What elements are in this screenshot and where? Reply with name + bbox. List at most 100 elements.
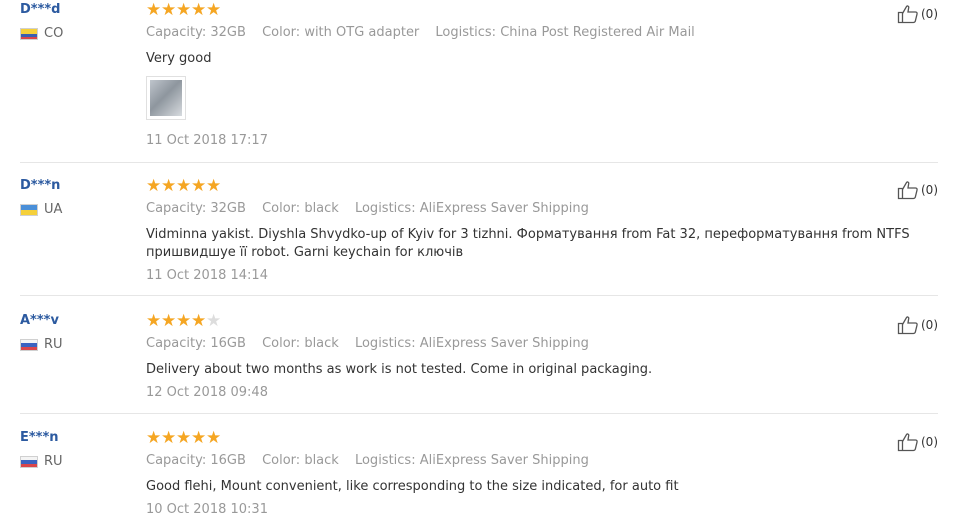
logistics-value: China Post Registered Air Mail [500,25,695,40]
capacity-value: 16GB [210,453,246,468]
logistics-value: AliExpress Saver Shipping [419,201,589,216]
like-count: (0) [921,318,938,332]
color-label: Color: [262,336,301,351]
review-date: 10 Oct 2018 10:31 [146,502,268,517]
review-photo-thumbnail[interactable] [146,76,186,120]
star-icon: ★ [161,428,177,448]
review-date: 12 Oct 2018 09:48 [146,385,268,400]
reviewer-info: E***n RU [20,430,140,469]
review-text: Delivery about two months as work is not… [146,362,653,377]
star-rating: ★ ★ ★ ★ ★ [146,0,936,20]
star-icon: ★ [191,0,207,20]
reviewer-country: RU [20,455,140,469]
flag-ru-icon [20,339,38,351]
review-content: ★ ★ ★ ★ ★ Capacity: 16GB Color: black Logist… [146,313,936,401]
reviewer-name[interactable]: A***v [20,313,140,329]
review-text: Good flehi, Mount convenient, like corre… [146,479,679,494]
order-attributes: Capacity: 32GB Color: with OTG adapter L… [146,25,936,41]
review-content: ★ ★ ★ ★ ★ Capacity: 32GB Color: with OTG ada… [146,2,936,149]
star-icon: ★ [191,428,207,448]
country-code: CO [44,26,64,41]
star-icon: ★ [161,311,177,331]
review-text: Very good [146,51,212,66]
country-code: RU [44,337,63,352]
capacity-value: 16GB [210,336,246,351]
star-icon: ★ [146,176,162,196]
star-icon: ★ [161,0,177,20]
star-icon: ★ [206,311,222,331]
capacity-label: Capacity: [146,25,207,40]
logistics-label: Logistics: [435,25,497,40]
like-count: (0) [921,7,938,21]
reviewer-name[interactable]: E***n [20,430,140,446]
reviewer-info: A***v RU [20,313,140,352]
thumbs-up-icon [897,316,918,335]
capacity-label: Capacity: [146,336,207,351]
capacity-label: Capacity: [146,201,207,216]
logistics-value: AliExpress Saver Shipping [419,336,589,351]
star-icon: ★ [176,0,192,20]
like-count: (0) [921,435,938,449]
order-attributes: Capacity: 32GB Color: black Logistics: A… [146,201,936,217]
review-item: E***n RU ★ ★ ★ ★ ★ Capacity: 16GB Color: bla… [20,430,938,525]
flag-ua-icon [20,204,38,216]
review-content: ★ ★ ★ ★ ★ Capacity: 16GB Color: black Logist… [146,430,936,518]
country-code: UA [44,202,63,217]
review-date: 11 Oct 2018 17:17 [146,133,268,148]
capacity-value: 32GB [210,25,246,40]
star-rating: ★ ★ ★ ★ ★ [146,311,936,331]
star-icon: ★ [206,0,222,20]
star-icon: ★ [146,311,162,331]
reviewer-info: D***n UA [20,178,140,217]
logistics-label: Logistics: [354,453,416,468]
star-rating: ★ ★ ★ ★ ★ [146,176,936,196]
thumbs-up-icon [897,181,918,200]
review-item: A***v RU ★ ★ ★ ★ ★ Capacity: 16GB Color: bla… [20,313,938,414]
star-rating: ★ ★ ★ ★ ★ [146,428,936,448]
reviews-list: D***d CO ★ ★ ★ ★ ★ Capacity: 32GB Color: wit… [0,0,958,525]
color-value: black [304,453,339,468]
like-count: (0) [921,183,938,197]
logistics-value: AliExpress Saver Shipping [419,453,589,468]
order-attributes: Capacity: 16GB Color: black Logistics: A… [146,453,936,469]
star-icon: ★ [191,311,207,331]
review-item: D***d CO ★ ★ ★ ★ ★ Capacity: 32GB Color: wit… [20,2,938,163]
color-value: black [304,336,339,351]
reviewer-name[interactable]: D***d [20,2,140,18]
reviewer-country: UA [20,203,140,217]
logistics-label: Logistics: [354,201,416,216]
review-content: ★ ★ ★ ★ ★ Capacity: 32GB Color: black Logist… [146,178,936,284]
color-value: with OTG adapter [304,25,420,40]
star-icon: ★ [176,176,192,196]
star-icon: ★ [161,176,177,196]
review-item: D***n UA ★ ★ ★ ★ ★ Capacity: 32GB Color: bla… [20,178,938,296]
reviewer-info: D***d CO [20,2,140,41]
order-attributes: Capacity: 16GB Color: black Logistics: A… [146,336,936,352]
reviewer-country: CO [20,27,140,41]
thumbs-up-icon [897,5,918,24]
capacity-label: Capacity: [146,453,207,468]
star-icon: ★ [146,0,162,20]
color-label: Color: [262,453,301,468]
like-button[interactable]: (0) [897,4,938,24]
flag-co-icon [20,28,38,40]
like-button[interactable]: (0) [897,180,938,200]
like-button[interactable]: (0) [897,315,938,335]
logistics-label: Logistics: [354,336,416,351]
flag-ru-icon [20,456,38,468]
review-date: 11 Oct 2018 14:14 [146,268,268,283]
reviewer-name[interactable]: D***n [20,178,140,194]
thumbs-up-icon [897,433,918,452]
like-button[interactable]: (0) [897,432,938,452]
star-icon: ★ [206,176,222,196]
color-value: black [304,201,339,216]
color-label: Color: [262,201,301,216]
color-label: Color: [262,25,301,40]
star-icon: ★ [176,428,192,448]
star-icon: ★ [191,176,207,196]
review-text: Vidminna yakist. Diyshla Shvydko-up of K… [146,227,910,260]
country-code: RU [44,454,63,469]
star-icon: ★ [206,428,222,448]
reviewer-country: RU [20,338,140,352]
star-icon: ★ [146,428,162,448]
